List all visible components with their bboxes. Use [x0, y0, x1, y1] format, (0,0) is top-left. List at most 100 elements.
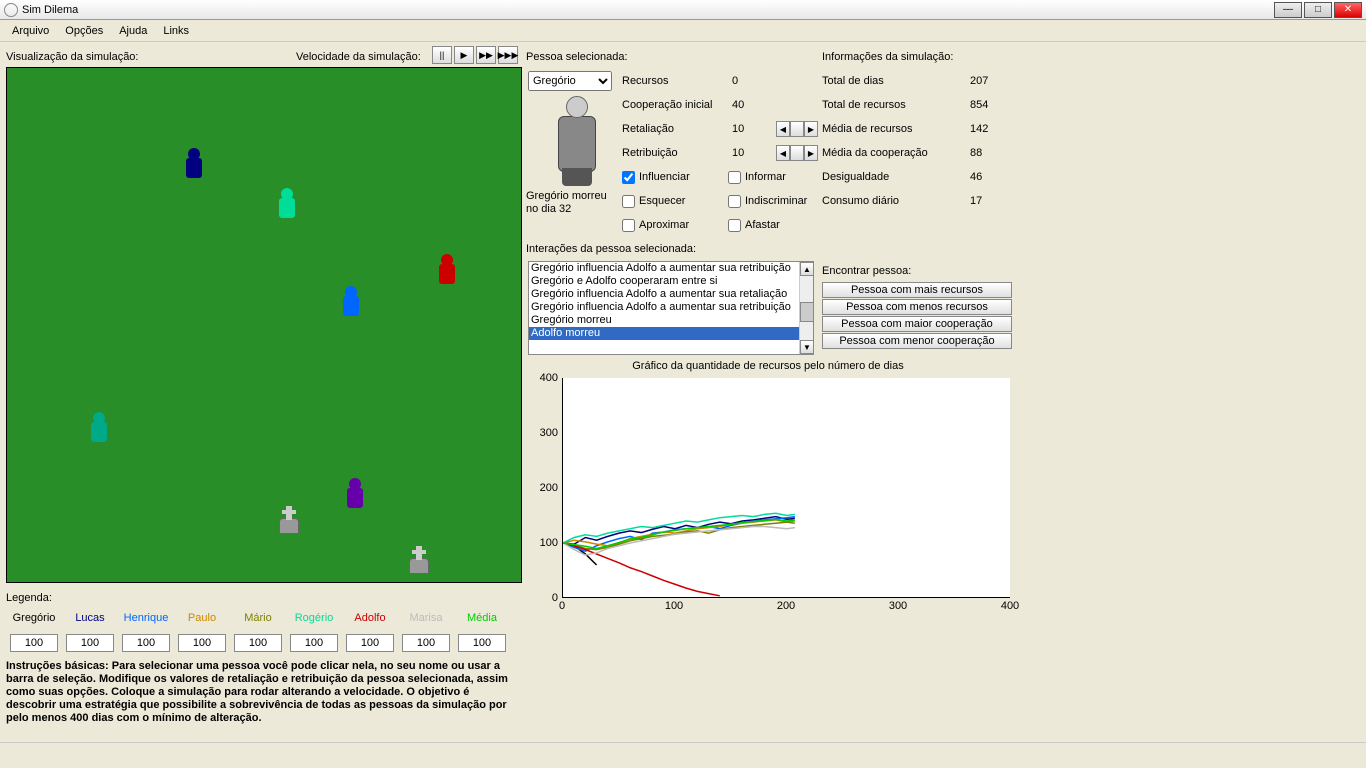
interaction-item[interactable]: Gregório morreu	[529, 314, 813, 327]
interactions-list[interactable]: Gregório influencia Adolfo a aumentar su…	[528, 261, 814, 355]
sprite-person[interactable]	[435, 254, 459, 286]
grass-bg	[7, 68, 521, 582]
speed-fff-button[interactable]: ▶▶▶	[498, 46, 518, 64]
chk-esquecer[interactable]	[622, 195, 635, 208]
scroll-thumb[interactable]	[800, 302, 814, 322]
label-velocidade: Velocidade da simulação:	[296, 48, 421, 66]
sprite-person[interactable]	[275, 188, 299, 220]
speed-play-button[interactable]: ▶	[454, 46, 474, 64]
legend-name[interactable]: Rogério	[295, 612, 334, 626]
btn-mais-recursos[interactable]: Pessoa com mais recursos	[822, 282, 1012, 298]
lbl-consumo: Consumo diário	[822, 195, 970, 207]
menu-opcoes[interactable]: Opções	[57, 23, 111, 39]
scroll-up-icon[interactable]: ▲	[800, 262, 814, 276]
label-legenda: Legenda:	[6, 592, 52, 604]
legend-value-input[interactable]	[234, 634, 282, 652]
menu-links[interactable]: Links	[155, 23, 197, 39]
label-coop-inicial: Cooperação inicial	[622, 99, 732, 111]
scroll-down-icon[interactable]: ▼	[800, 340, 814, 354]
legend-name[interactable]: Gregório	[13, 612, 56, 626]
chk-influenciar[interactable]	[622, 171, 635, 184]
legend-name[interactable]: Paulo	[188, 612, 216, 626]
minimize-button[interactable]: —	[1274, 2, 1302, 18]
retaliacao-dec[interactable]: ◀	[776, 121, 790, 137]
sprite-person[interactable]	[182, 148, 206, 180]
retaliacao-spinner[interactable]: ◀ ▶	[776, 121, 818, 137]
person-select-dropdown[interactable]: Gregório	[528, 71, 612, 91]
menu-ajuda[interactable]: Ajuda	[111, 23, 155, 39]
legend-value-input[interactable]	[402, 634, 450, 652]
label-info: Informações da simulação:	[822, 48, 953, 66]
lbl-indiscriminar: Indiscriminar	[745, 195, 807, 207]
val-media-recursos: 142	[970, 123, 1010, 135]
value-retaliacao: 10	[732, 123, 772, 135]
val-total-dias: 207	[970, 75, 1010, 87]
label-retaliacao: Retaliação	[622, 123, 732, 135]
legend-value-input[interactable]	[346, 634, 394, 652]
scrollbar[interactable]: ▲ ▼	[799, 262, 813, 354]
interaction-item[interactable]: Gregório influencia Adolfo a aumentar su…	[529, 262, 813, 275]
menubar: Arquivo Opções Ajuda Links	[0, 20, 1366, 42]
ytick: 200	[540, 482, 558, 494]
label-retribuicao: Retribuição	[622, 147, 732, 159]
titlebar: Sim Dilema — □ ✕	[0, 0, 1366, 20]
legend-value-input[interactable]	[10, 634, 58, 652]
speed-ff-button[interactable]: ▶▶	[476, 46, 496, 64]
btn-maior-coop[interactable]: Pessoa com maior cooperação	[822, 316, 1012, 332]
legend-value-input[interactable]	[458, 634, 506, 652]
retribuicao-spinner[interactable]: ◀ ▶	[776, 145, 818, 161]
legend-col: Adolfo	[342, 612, 398, 652]
ytick: 300	[540, 427, 558, 439]
interaction-item[interactable]: Gregório influencia Adolfo a aumentar su…	[529, 301, 813, 314]
chk-informar[interactable]	[728, 171, 741, 184]
label-recursos: Recursos	[622, 75, 732, 87]
retribuicao-track[interactable]	[790, 145, 804, 161]
val-total-recursos: 854	[970, 99, 1010, 111]
maximize-button[interactable]: □	[1304, 2, 1332, 18]
lbl-informar: Informar	[745, 171, 786, 183]
legend-value-input[interactable]	[178, 634, 226, 652]
speed-pause-button[interactable]: ||	[432, 46, 452, 64]
label-visualizacao: Visualização da simulação:	[6, 48, 138, 66]
retaliacao-track[interactable]	[790, 121, 804, 137]
interaction-item[interactable]: Gregório influencia Adolfo a aumentar su…	[529, 288, 813, 301]
retribuicao-dec[interactable]: ◀	[776, 145, 790, 161]
sprite-person[interactable]	[87, 412, 111, 444]
legend-name[interactable]: Adolfo	[354, 612, 385, 626]
window-title: Sim Dilema	[22, 4, 1274, 16]
interaction-item[interactable]: Gregório e Adolfo cooperaram entre si	[529, 275, 813, 288]
instructions-text: Instruções básicas: Para selecionar uma …	[6, 660, 508, 724]
val-desigualdade: 46	[970, 171, 1010, 183]
btn-menos-recursos[interactable]: Pessoa com menos recursos	[822, 299, 1012, 315]
chk-indiscriminar[interactable]	[728, 195, 741, 208]
sprite-person[interactable]	[339, 286, 363, 318]
legend-name[interactable]: Mário	[244, 612, 272, 626]
retribuicao-inc[interactable]: ▶	[804, 145, 818, 161]
interaction-item[interactable]: Adolfo morreu	[529, 327, 813, 340]
lbl-aproximar: Aproximar	[639, 219, 689, 231]
death-note: Gregório morreu no dia 32	[526, 190, 620, 216]
btn-menor-coop[interactable]: Pessoa com menor cooperação	[822, 333, 1012, 349]
legend-col: Rogério	[286, 612, 342, 652]
legend-value-input[interactable]	[122, 634, 170, 652]
legend-name[interactable]: Lucas	[75, 612, 104, 626]
lbl-afastar: Afastar	[745, 219, 780, 231]
sprite-person[interactable]	[343, 478, 367, 510]
legend-name[interactable]: Média	[467, 612, 497, 626]
label-interacoes: Interações da pessoa selecionada:	[526, 240, 696, 258]
retaliacao-inc[interactable]: ▶	[804, 121, 818, 137]
legend-name[interactable]: Marisa	[409, 612, 442, 626]
chk-aproximar[interactable]	[622, 219, 635, 232]
menu-arquivo[interactable]: Arquivo	[4, 23, 57, 39]
legend-value-input[interactable]	[66, 634, 114, 652]
legend-col: Henrique	[118, 612, 174, 652]
simulation-view[interactable]	[6, 67, 522, 583]
lbl-total-recursos: Total de recursos	[822, 99, 970, 111]
chart-line	[563, 527, 795, 556]
person-select[interactable]: Gregório	[528, 71, 612, 91]
legend-value-input[interactable]	[290, 634, 338, 652]
legend-name[interactable]: Henrique	[124, 612, 169, 626]
chk-afastar[interactable]	[728, 219, 741, 232]
close-button[interactable]: ✕	[1334, 2, 1362, 18]
legend-col: Marisa	[398, 612, 454, 652]
